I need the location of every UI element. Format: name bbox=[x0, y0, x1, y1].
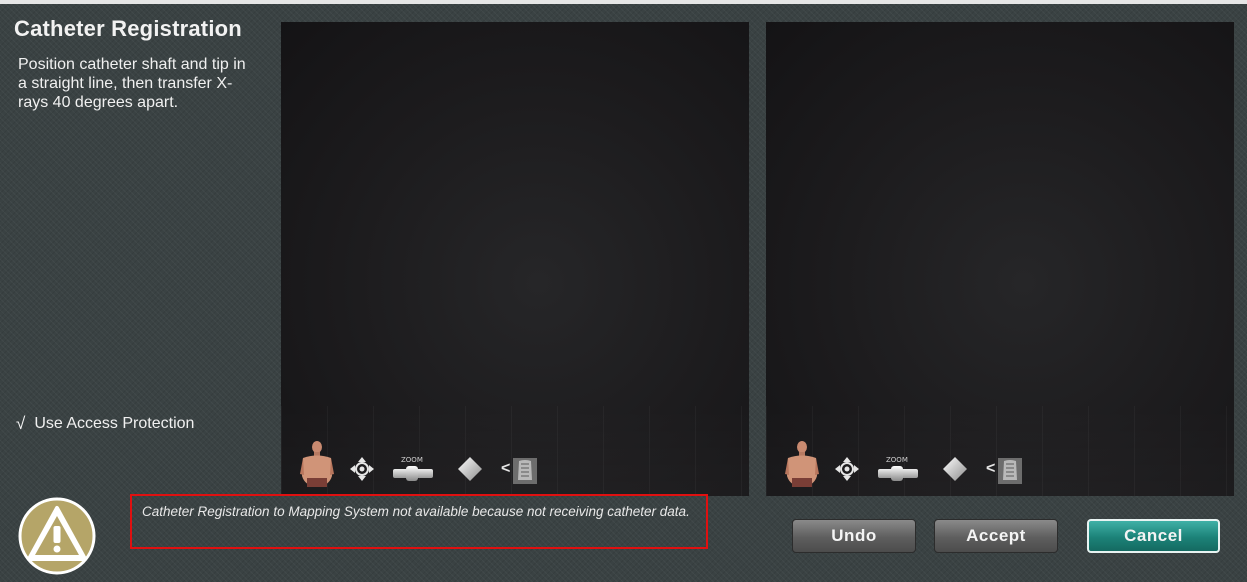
accept-button[interactable]: Accept bbox=[934, 519, 1058, 553]
torso-icon[interactable] bbox=[784, 440, 820, 488]
zoom-label: ZOOM bbox=[886, 456, 908, 464]
access-protection-checkbox[interactable]: √ Use Access Protection bbox=[16, 414, 194, 434]
checkmark-icon: √ bbox=[16, 414, 26, 433]
access-protection-label: Use Access Protection bbox=[34, 415, 195, 432]
diamond-icon[interactable] bbox=[457, 456, 483, 482]
diamond-icon[interactable] bbox=[942, 456, 968, 482]
undo-button[interactable]: Undo bbox=[792, 519, 916, 553]
zoom-knob[interactable] bbox=[891, 466, 903, 481]
viewport-toolbar: ZOOM < bbox=[299, 436, 539, 488]
cancel-button[interactable]: Cancel bbox=[1087, 519, 1220, 553]
xray-viewport-right[interactable]: ZOOM < bbox=[766, 22, 1234, 496]
xray-transfer-icon[interactable]: < bbox=[986, 458, 1024, 484]
zoom-knob[interactable] bbox=[406, 466, 418, 481]
instructions-text: Position catheter shaft and tip in a str… bbox=[18, 56, 246, 111]
status-message: Catheter Registration to Mapping System … bbox=[130, 494, 708, 549]
catheter-registration-window: Catheter Registration Position catheter … bbox=[0, 0, 1247, 582]
torso-icon[interactable] bbox=[299, 440, 335, 488]
arrow-left-icon: < bbox=[501, 460, 511, 477]
xray-transfer-icon[interactable]: < bbox=[501, 458, 539, 484]
zoom-slider[interactable]: ZOOM bbox=[393, 456, 435, 482]
viewport-toolbar: ZOOM < bbox=[784, 436, 1024, 488]
arrow-left-icon: < bbox=[986, 460, 996, 477]
panel-title: Catheter Registration bbox=[14, 16, 242, 41]
zoom-label: ZOOM bbox=[401, 456, 423, 464]
move-icon[interactable] bbox=[349, 456, 375, 482]
zoom-slider[interactable]: ZOOM bbox=[878, 456, 920, 482]
xray-viewport-left[interactable]: ZOOM < bbox=[281, 22, 749, 496]
warning-icon bbox=[18, 497, 96, 575]
move-icon[interactable] bbox=[834, 456, 860, 482]
